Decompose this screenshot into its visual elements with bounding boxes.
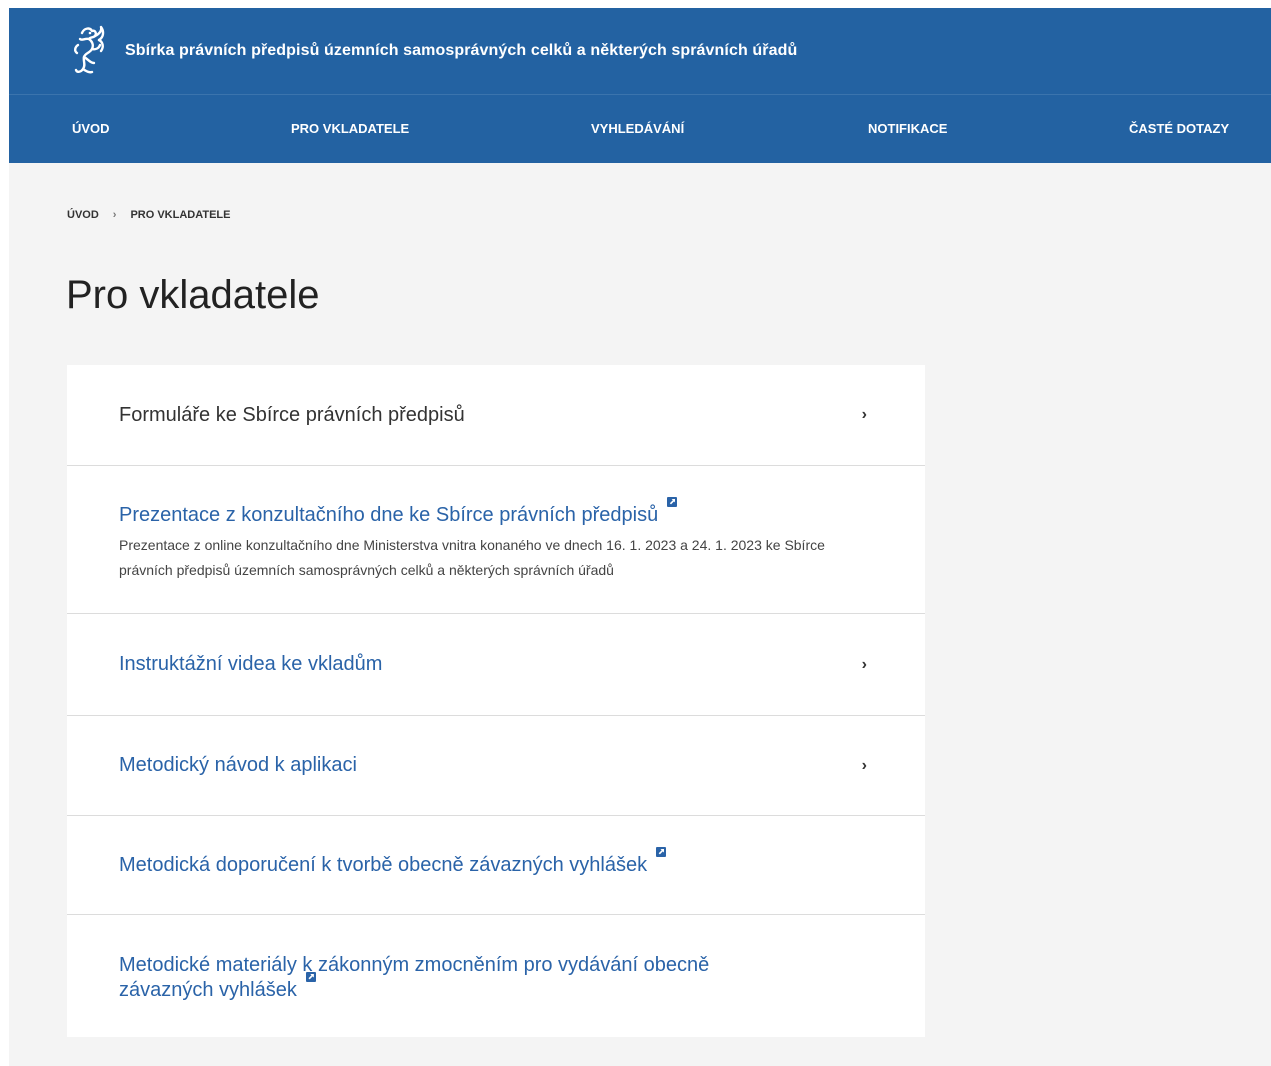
external-link-icon	[305, 972, 316, 982]
breadcrumb: ÚVOD › PRO VKLADATELE	[67, 209, 230, 221]
main-nav: ÚVOD PRO VKLADATELE VYHLEDÁVÁNÍ NOTIFIKA…	[9, 94, 1271, 163]
list-item-prezentace[interactable]: Prezentace z konzultačního dne ke Sbírce…	[67, 466, 925, 614]
site-header: Sbírka právních předpisů územních samosp…	[9, 8, 1271, 94]
list-item-title[interactable]: Metodické materiály k zákonným zmocněním…	[119, 954, 709, 1001]
breadcrumb-current: PRO VKLADATELE	[130, 209, 231, 221]
chevron-right-icon: ›	[861, 655, 867, 673]
site-title[interactable]: Sbírka právních předpisů územních samosp…	[125, 42, 797, 60]
list-item-title[interactable]: Metodická doporučení k tvorbě obecně záv…	[119, 854, 647, 876]
breadcrumb-separator: ›	[112, 209, 117, 221]
list-item-metodicka-doporuceni[interactable]: Metodická doporučení k tvorbě obecně záv…	[67, 816, 925, 915]
page: Sbírka právních předpisů územních samosp…	[9, 8, 1271, 1066]
nav-item-vyhledavani[interactable]: VYHLEDÁVÁNÍ	[591, 95, 684, 163]
nav-item-uvod[interactable]: ÚVOD	[72, 95, 110, 163]
page-title: Pro vkladatele	[66, 273, 320, 317]
list-item-metodicky-navod[interactable]: Metodický návod k aplikaci ›	[67, 716, 925, 816]
czech-lion-icon[interactable]	[67, 23, 109, 79]
external-link-icon	[667, 497, 678, 507]
list-item-title[interactable]: Instruktážní videa ke vkladům	[119, 652, 382, 677]
chevron-right-icon: ›	[861, 406, 867, 423]
nav-item-caste-dotazy[interactable]: ČASTÉ DOTAZY	[1129, 95, 1229, 163]
list-item-formulare[interactable]: Formuláře ke Sbírce právních předpisů ›	[67, 365, 925, 466]
external-link-icon	[656, 847, 667, 857]
nav-item-pro-vkladatele[interactable]: PRO VKLADATELE	[291, 95, 409, 163]
breadcrumb-home[interactable]: ÚVOD	[67, 209, 99, 221]
chevron-right-icon: ›	[861, 756, 867, 774]
list-item-instruktazni-videa[interactable]: Instruktážní videa ke vkladům ›	[67, 614, 925, 716]
nav-item-notifikace[interactable]: NOTIFIKACE	[868, 95, 947, 163]
list-item-title[interactable]: Formuláře ke Sbírce právních předpisů	[119, 403, 465, 428]
list-item-title[interactable]: Prezentace z konzultačního dne ke Sbírce…	[119, 504, 658, 526]
list-item-description: Prezentace z online konzultačního dne Mi…	[119, 537, 825, 578]
list-item-title[interactable]: Metodický návod k aplikaci	[119, 753, 357, 778]
list-item-metodicke-materialy[interactable]: Metodické materiály k zákonným zmocněním…	[67, 915, 925, 1037]
link-list: Formuláře ke Sbírce právních předpisů › …	[67, 365, 925, 1037]
